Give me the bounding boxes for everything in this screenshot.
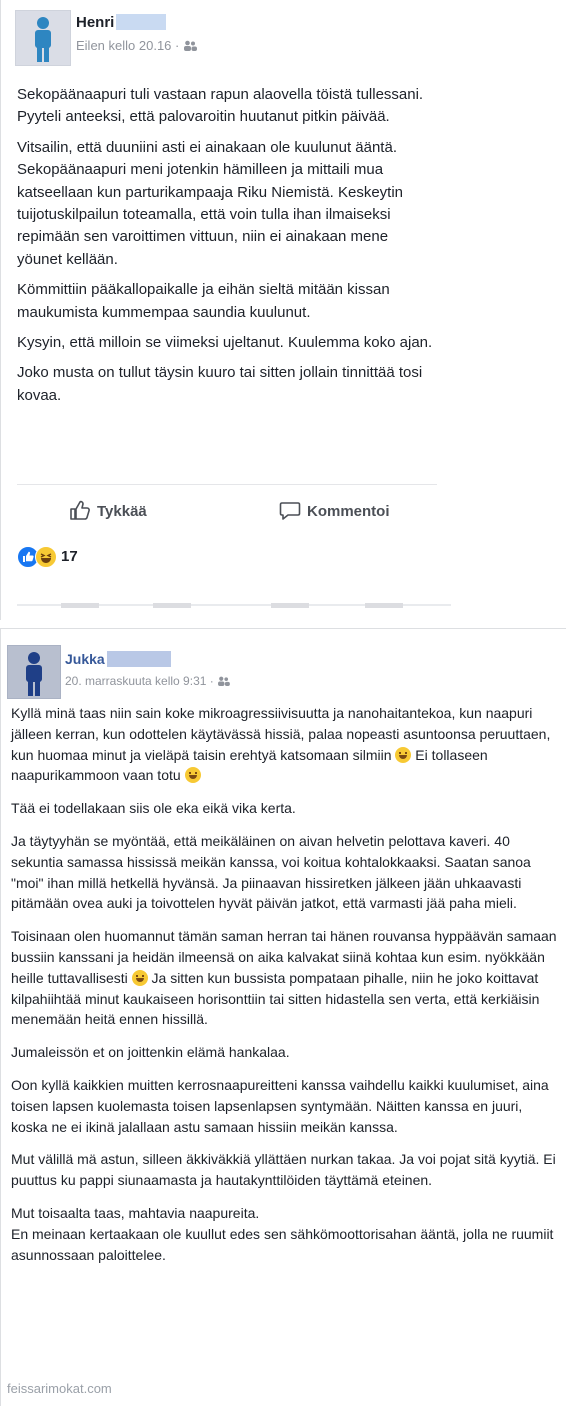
person-icon [26, 652, 42, 696]
divider-segment [271, 603, 309, 608]
post-meta: Eilen kello 20.16 · [76, 38, 197, 53]
author-name[interactable]: Jukka [65, 651, 171, 667]
post-paragraph: Kömmittiin pääkallopaikalle ja eihän sie… [17, 281, 390, 321]
comment-label: Kommentoi [307, 503, 390, 520]
laughing-emoji-icon [184, 767, 201, 784]
redaction-bar [116, 14, 167, 30]
avatar[interactable] [7, 645, 61, 699]
post-paragraph: Jumaleissön et on joittenkin elämä hanka… [11, 1044, 290, 1061]
avatar[interactable] [15, 10, 71, 66]
divider [17, 603, 451, 608]
laughing-emoji-icon [131, 969, 148, 986]
friends-audience-icon[interactable] [183, 40, 197, 51]
like-label: Tykkää [97, 503, 147, 520]
comment-icon [279, 502, 301, 520]
post-paragraph: Sekopäänaapuri tuli vastaan rapun alaove… [17, 86, 424, 126]
post-paragraph: Kysyin, että milloin se viimeksi ujeltan… [17, 334, 433, 352]
friends-audience-icon[interactable] [217, 676, 230, 686]
author-name-text[interactable]: Henri [76, 14, 114, 31]
watermark: feissarimokat.com [7, 1381, 112, 1396]
redaction-bar [106, 651, 171, 667]
comment-button[interactable]: Kommentoi [279, 499, 390, 521]
like-button[interactable]: Tykkää [69, 499, 147, 521]
laughing-emoji-icon [395, 746, 412, 763]
timestamp[interactable]: 20. marraskuuta kello 9:31 [65, 674, 206, 688]
author-name-text[interactable]: Jukka [65, 651, 105, 667]
post-paragraph: Kyllä minä taas niin sain koke mikroagre… [11, 703, 559, 786]
text-run: En meinaan kertaakaan ole kuullut edes s… [11, 1225, 554, 1263]
post-1: Henri Eilen kello 20.16 · Sekopäänaapuri… [0, 0, 451, 620]
post-body: Sekopäänaapuri tuli vastaan rapun alaove… [17, 84, 437, 415]
post-paragraph: Tää ei todellakaan siis ole eka eikä vik… [11, 800, 296, 817]
post-paragraph: Toisinaan olen huomannut tämän saman her… [11, 926, 559, 1030]
post-paragraph: Ja täytyyhän se myöntää, että meikäläine… [11, 832, 531, 912]
reaction-count: 17 [61, 548, 78, 565]
post-paragraph: Joko musta on tullut täysin kuuro tai si… [17, 364, 423, 404]
timestamp[interactable]: Eilen kello 20.16 [76, 38, 171, 53]
post-paragraph: Oon kyllä kaikkien muitten kerrosnaapure… [11, 1076, 549, 1135]
post-paragraph: Mut toisaalta taas, mahtavia naapureita.… [11, 1203, 559, 1265]
post-meta: 20. marraskuuta kello 9:31 · [65, 674, 230, 688]
author-name[interactable]: Henri [76, 14, 167, 31]
text-run: Mut toisaalta taas, mahtavia naapureita. [11, 1204, 260, 1221]
divider-segment [61, 603, 99, 608]
post-body: Kyllä minä taas niin sain koke mikroagre… [11, 703, 559, 1277]
person-icon [35, 17, 51, 62]
action-bar: Tykkää Kommentoi [17, 484, 437, 535]
divider-segment [153, 603, 191, 608]
post-paragraph: Mut välillä mä astun, silleen äkkiväkkiä… [11, 1151, 556, 1189]
thumbs-up-icon [70, 500, 90, 520]
post-2: Jukka 20. marraskuuta kello 9:31 · Kyllä… [0, 628, 566, 1406]
divider-segment [365, 603, 403, 608]
post-paragraph: Vitsailin, että duuniini asti ei ainakaa… [17, 138, 404, 268]
haha-reaction-icon [35, 546, 57, 568]
